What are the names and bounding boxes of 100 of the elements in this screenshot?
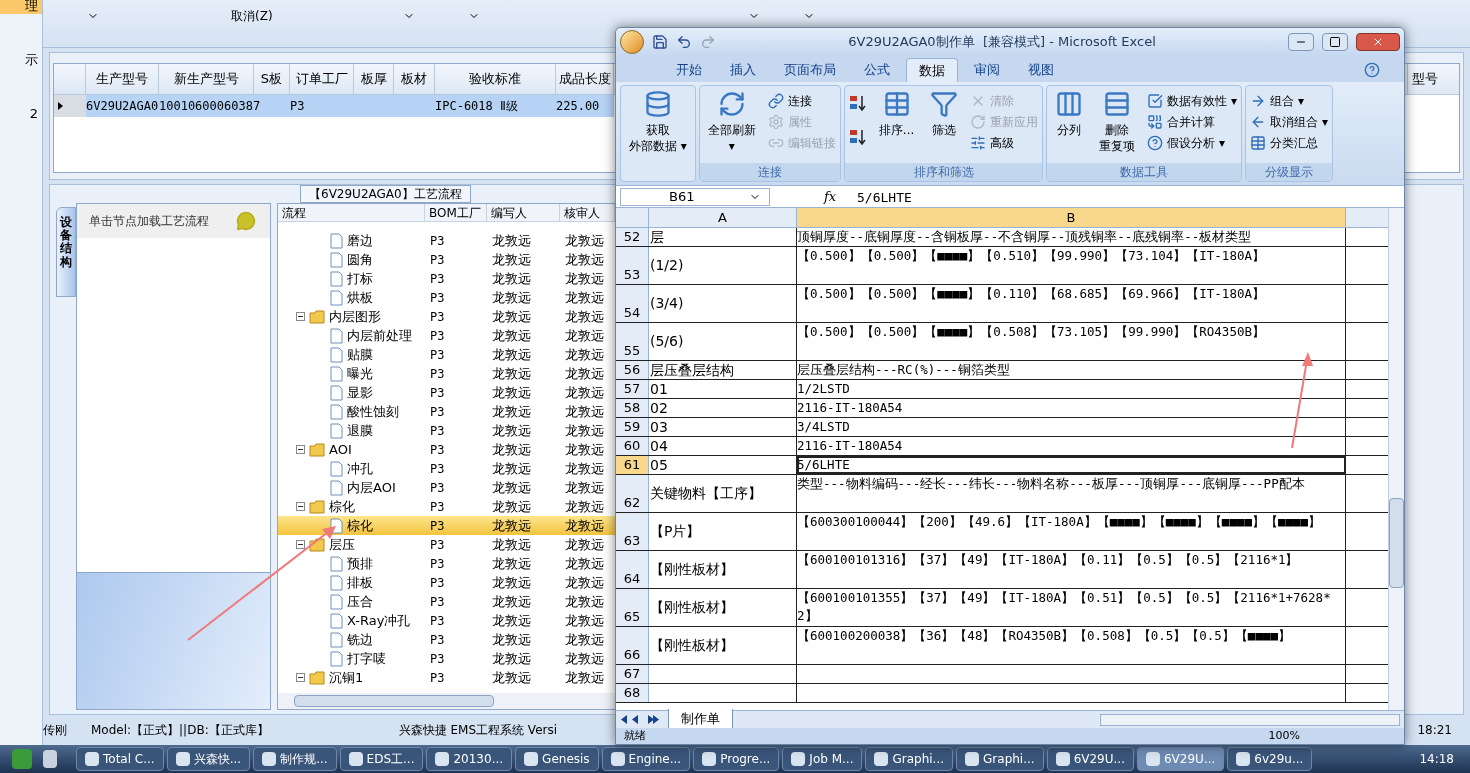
row-number[interactable]: 68 — [616, 684, 649, 702]
column-header[interactable]: 流程 — [278, 204, 425, 221]
column-header[interactable]: B — [797, 208, 1346, 227]
close-button[interactable] — [1356, 33, 1400, 51]
tree-row[interactable]: 铣边 P3 龙敦远 龙敦远 — [278, 630, 616, 649]
ribbon-button[interactable]: 假设分析 ▾ — [1147, 132, 1238, 153]
tree-row[interactable]: 棕化 P3 龙敦远 龙敦远 — [278, 497, 616, 516]
row-number[interactable]: 55 — [616, 323, 649, 360]
help-icon[interactable] — [1364, 62, 1380, 78]
taskbar-button[interactable]: Engine... — [601, 747, 691, 771]
row-number[interactable]: 67 — [616, 665, 649, 683]
taskbar-button[interactable]: 6V29U... — [1137, 747, 1225, 771]
save-icon[interactable] — [652, 34, 668, 50]
sort-ascending-icon[interactable] — [848, 94, 867, 112]
column-header[interactable]: 板厚 — [354, 64, 394, 94]
tree-row[interactable]: 贴膜 P3 龙敦远 龙敦远 — [278, 345, 616, 364]
ribbon-button[interactable]: 分类汇总 — [1250, 132, 1328, 153]
row-number[interactable]: 54 — [616, 285, 649, 322]
ribbon-tab[interactable]: 数据 — [906, 58, 958, 82]
tree-row[interactable]: 压合 P3 龙敦远 龙敦远 — [278, 592, 616, 611]
column-header[interactable]: BOM工厂 — [425, 204, 487, 221]
tree-row[interactable]: 沉铜1 P3 龙敦远 龙敦远 — [278, 668, 616, 687]
formula-bar[interactable]: 5/6LHTE — [853, 187, 1400, 206]
collapse-icon[interactable] — [296, 540, 305, 549]
ribbon-tab[interactable]: 公式 — [852, 58, 902, 82]
row-number[interactable]: 65 — [616, 589, 649, 626]
tree-row[interactable]: 磨边 P3 龙敦远 龙敦远 — [278, 231, 616, 250]
column-header[interactable]: 成品长度 — [556, 64, 614, 94]
clock[interactable]: 14:18 — [1419, 750, 1454, 768]
nav-item[interactable]: 示 — [0, 50, 42, 70]
row-number[interactable]: 64 — [616, 551, 649, 588]
column-header[interactable]: 生产型号 — [86, 64, 159, 94]
tree-row[interactable]: 打标 P3 龙敦远 龙敦远 — [278, 269, 616, 288]
tree-row[interactable]: 退膜 P3 龙敦远 龙敦远 — [278, 421, 616, 440]
taskbar-button[interactable]: 制作规... — [253, 747, 337, 771]
cancel-menu-item[interactable]: 取消(Z) — [231, 7, 273, 25]
taskbar-button[interactable]: Progre... — [693, 747, 780, 771]
collapse-icon[interactable] — [296, 312, 305, 321]
ribbon-tab[interactable]: 开始 — [664, 58, 714, 82]
taskbar-button[interactable]: Job M... — [782, 747, 863, 771]
tree-row[interactable]: 显影 P3 龙敦远 龙敦远 — [278, 383, 616, 402]
tree-row[interactable]: X-Ray冲孔 P3 龙敦远 龙敦远 — [278, 611, 616, 630]
name-box[interactable]: B61 — [620, 187, 770, 206]
office-logo-icon[interactable] — [620, 30, 644, 54]
ribbon-button[interactable]: 删除 重复项 — [1095, 86, 1140, 163]
ribbon-button[interactable]: 取消组合 ▾ — [1250, 111, 1328, 132]
table-row[interactable]: 6V29U2AGA010010600060387 P3 IPC-6018 Ⅱ级 225.00 — [54, 95, 614, 117]
tree-row[interactable]: 内层图形 P3 龙敦远 龙敦远 — [278, 307, 616, 326]
tree-row[interactable]: 圆角 P3 龙敦远 龙敦远 — [278, 250, 616, 269]
ribbon-button[interactable]: 数据有效性 ▾ — [1147, 90, 1238, 111]
row-number[interactable]: 58 — [616, 399, 649, 417]
ribbon-button[interactable]: 高级 — [970, 132, 1039, 153]
ribbon-tab[interactable]: 审阅 — [962, 58, 1012, 82]
taskbar-button[interactable]: 20130... — [426, 747, 513, 771]
function-button[interactable]: fx — [824, 186, 849, 207]
collapse-icon[interactable] — [296, 673, 305, 682]
collapse-icon[interactable] — [296, 502, 305, 511]
column-header[interactable]: S板 — [254, 64, 290, 94]
taskbar-button[interactable]: Graphi... — [865, 747, 954, 771]
column-header[interactable]: 板材 — [394, 64, 435, 94]
tree-row[interactable]: 层压 P3 龙敦远 龙敦远 — [278, 535, 616, 554]
nav-item[interactable]: 理 — [0, 0, 42, 14]
collapse-icon[interactable] — [296, 445, 305, 454]
ribbon-button[interactable]: 合并计算 — [1147, 111, 1238, 132]
tree-row[interactable]: 烘板 P3 龙敦远 龙敦远 — [278, 288, 616, 307]
minimize-button[interactable] — [1288, 33, 1314, 51]
ribbon-button[interactable]: 连接 — [767, 90, 836, 111]
ribbon-button[interactable]: 组合 ▾ — [1250, 90, 1328, 111]
side-tab[interactable]: 设备结构 — [56, 207, 76, 297]
sort-descending-icon[interactable] — [848, 128, 867, 146]
tree-row[interactable]: 内层AOI P3 龙敦远 龙敦远 — [278, 478, 616, 497]
tree-row[interactable]: AOI P3 龙敦远 龙敦远 — [278, 440, 616, 459]
ribbon-button[interactable]: 分列 — [1051, 86, 1088, 163]
tree-row[interactable]: 预排 P3 龙敦远 龙敦远 — [278, 554, 616, 573]
calculator-icon[interactable] — [43, 750, 57, 768]
tree-row[interactable]: 打字唛 P3 龙敦远 龙敦远 — [278, 649, 616, 668]
row-number[interactable]: 56 — [616, 361, 649, 379]
horizontal-scrollbar[interactable] — [1100, 713, 1400, 726]
row-number[interactable]: 62 — [616, 475, 649, 512]
ribbon-tab[interactable]: 视图 — [1016, 58, 1066, 82]
column-header[interactable]: 型号 — [1407, 64, 1459, 94]
row-number[interactable]: 61 — [616, 456, 649, 474]
taskbar-button[interactable]: Graphi... — [956, 747, 1044, 771]
tree-row[interactable]: 内层前处理 P3 龙敦远 龙敦远 — [278, 326, 616, 345]
taskbar-button[interactable]: 6V29U... — [1046, 747, 1134, 771]
tree-row[interactable]: 冲孔 P3 龙敦远 龙敦远 — [278, 459, 616, 478]
row-number[interactable]: 63 — [616, 513, 649, 550]
ribbon-tab[interactable]: 页面布局 — [772, 58, 848, 82]
row-number[interactable]: 59 — [616, 418, 649, 436]
taskbar-button[interactable]: 6v29u... — [1227, 747, 1313, 771]
horizontal-scrollbar[interactable] — [278, 693, 616, 709]
ribbon-button[interactable]: 全部刷新 ▾ — [703, 86, 760, 163]
column-header[interactable]: 验收标准 — [435, 64, 556, 94]
ribbon-tab[interactable]: 插入 — [718, 58, 768, 82]
column-header[interactable]: 编写人 — [487, 204, 560, 221]
ribbon-button[interactable]: 获取 外部数据 ▾ — [625, 86, 691, 181]
row-number[interactable]: 60 — [616, 437, 649, 455]
flow-tab[interactable]: 【6V29U2AGA0】工艺流程 — [300, 185, 471, 203]
taskbar-button[interactable]: Total C... — [76, 747, 164, 771]
tree-row[interactable]: 棕化 P3 龙敦远 龙敦远 — [278, 516, 616, 535]
